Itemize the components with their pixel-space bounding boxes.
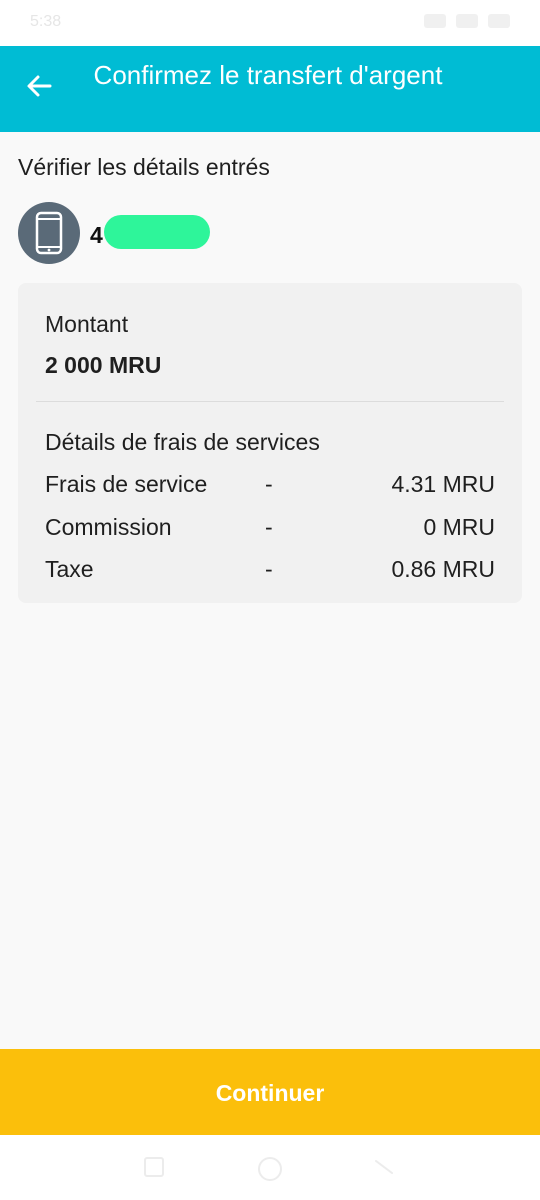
system-back-button[interactable] — [372, 1155, 396, 1184]
fee-label: Frais de service — [45, 471, 208, 497]
amount-value: 2 000 MRU — [45, 352, 162, 378]
status-bar: 5:38 — [0, 0, 540, 46]
recipient-row: 4 — [18, 202, 518, 264]
section-title: Vérifier les détails entrés — [18, 154, 270, 180]
fee-row-commission: Commission - 0 MRU — [45, 514, 495, 544]
fees-title: Détails de frais de services — [45, 429, 320, 455]
fee-separator: - — [265, 556, 273, 582]
fee-separator: - — [265, 471, 273, 497]
back-button[interactable] — [20, 66, 60, 106]
fee-row-tax: Taxe - 0.86 MRU — [45, 556, 495, 586]
app-header: Confirmez le transfert d'argent — [0, 46, 540, 132]
triangle-back-icon — [375, 1160, 393, 1174]
square-icon — [144, 1157, 164, 1177]
page-title: Confirmez le transfert d'argent — [93, 60, 443, 90]
fee-value: 0.86 MRU — [391, 556, 495, 582]
continue-button[interactable]: Continuer — [0, 1049, 540, 1135]
system-nav-bar — [0, 1135, 540, 1200]
arrow-left-icon — [27, 75, 52, 97]
details-card: Montant 2 000 MRU Détails de frais de se… — [18, 283, 522, 603]
redaction-mark — [104, 215, 210, 249]
status-time: 5:38 — [30, 13, 62, 30]
status-icons — [424, 14, 510, 28]
amount-label: Montant — [45, 311, 129, 337]
fee-value: 4.31 MRU — [391, 471, 495, 497]
phone-icon — [35, 211, 63, 255]
fee-row-service: Frais de service - 4.31 MRU — [45, 471, 495, 501]
recipient-number: 4 — [90, 222, 103, 248]
divider — [36, 401, 504, 402]
fee-value: 0 MRU — [423, 514, 495, 540]
fee-separator: - — [265, 514, 273, 540]
battery-icon — [488, 14, 510, 28]
home-button[interactable] — [256, 1155, 284, 1188]
fee-label: Taxe — [45, 556, 94, 582]
avatar — [18, 202, 80, 264]
circle-icon — [258, 1157, 282, 1181]
fee-label: Commission — [45, 514, 172, 540]
signal-icon — [424, 14, 446, 28]
wifi-icon — [456, 14, 478, 28]
recents-button[interactable] — [142, 1155, 166, 1184]
